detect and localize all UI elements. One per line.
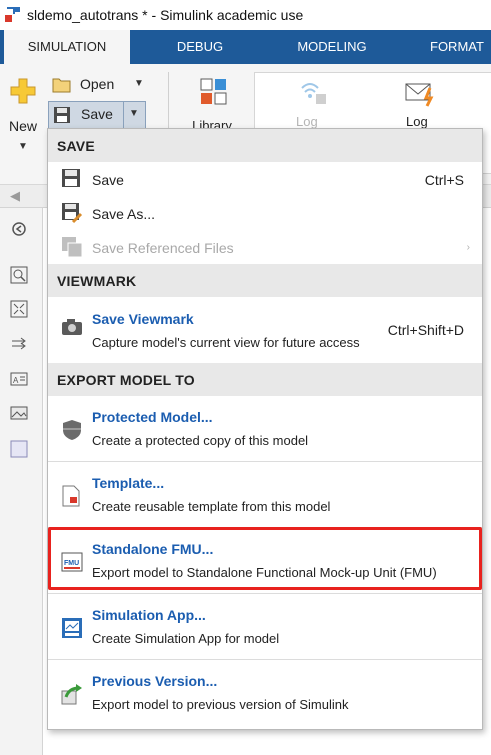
section-header-viewmark: VIEWMARK [48,264,482,297]
library-icon [200,78,228,111]
section-title: VIEWMARK [57,273,137,289]
menu-item-label: Save [92,172,124,188]
save-button[interactable]: Save ▼ [48,101,146,129]
section-header-save: SAVE [48,129,482,162]
menu-item-previous-version[interactable]: Previous Version... Export model to prev… [48,663,482,725]
tab-modeling[interactable]: MODELING [288,30,376,64]
left-palette: A [0,208,43,755]
shortcut: Ctrl+Shift+D [387,322,464,338]
split-divider [123,102,124,128]
tab-format[interactable]: FORMAT [430,30,491,64]
annotation-icon[interactable]: A [10,370,30,388]
menu-item-save[interactable]: Save Ctrl+S [48,165,482,197]
arrow-left-icon[interactable]: ◀ [10,188,20,204]
menu-item-description: Create Simulation App for model [92,631,280,646]
menu-item-description: Export model to previous version of Simu… [92,697,349,712]
tab-simulation[interactable]: SIMULATION [4,30,130,64]
simulink-model-icon [4,6,22,24]
menu-item-title: Save Viewmark [92,311,194,327]
tab-debug[interactable]: DEBUG [165,30,235,64]
open-label: Open [80,76,115,92]
menu-item-title: Simulation App... [92,607,206,623]
export-arrow-icon [61,683,83,705]
save-referenced-files-icon [61,236,83,258]
signal-arrows-icon[interactable] [10,335,30,353]
signal-log-icon [296,78,330,113]
menu-divider [48,461,482,462]
folder-icon [52,76,72,99]
log-signals-button[interactable]: Log [288,76,338,136]
menu-item-protected-model[interactable]: Protected Model... Create a protected co… [48,399,482,461]
save-label: Save [81,106,113,122]
section-title: SAVE [57,138,95,154]
log-label: Log [406,114,428,129]
log-label: Log [296,114,318,129]
title-bar: sldemo_autotrans * - Simulink academic u… [0,0,491,30]
menu-item-label: Save Referenced Files [92,240,234,256]
menu-item-title: Previous Version... [92,673,218,689]
fit-to-view-icon[interactable] [10,300,30,318]
log-events-button[interactable]: Log [400,76,450,136]
chevron-down-icon[interactable]: ▼ [129,108,139,119]
image-icon[interactable] [10,404,30,422]
area-icon[interactable] [10,440,30,458]
simulation-app-icon [61,617,83,639]
chevron-down-icon[interactable]: ▼ [18,141,28,152]
save-as-icon [61,202,83,224]
menu-item-save-as[interactable]: Save As... [48,199,482,231]
menu-item-title: Protected Model... [92,409,213,425]
envelope-lightning-icon [404,78,438,113]
menu-item-save-referenced-files: Save Referenced Files › [48,233,482,265]
window-title: sldemo_autotrans * - Simulink academic u… [27,7,304,23]
section-header-export-model-to: EXPORT MODEL TO [48,363,482,396]
menu-item-title: Template... [92,475,165,491]
floppy-disk-icon [53,106,71,129]
shield-icon [61,419,83,441]
camera-icon [61,317,83,339]
menu-item-template[interactable]: Template... Create reusable template fro… [48,465,482,527]
open-button[interactable]: Open ▼ [50,74,150,98]
menu-item-description: Create reusable template from this model [92,499,331,514]
svg-text:A: A [13,376,19,385]
shortcut: Ctrl+S [424,172,464,188]
section-title: EXPORT MODEL TO [57,372,195,388]
menu-divider [48,593,482,594]
zoom-in-icon[interactable] [10,266,30,284]
menu-item-simulation-app[interactable]: Simulation App... Create Simulation App … [48,597,482,659]
floppy-disk-icon [61,168,83,190]
new-button[interactable]: New ▼ [0,64,46,164]
plus-icon [10,78,36,109]
menu-item-save-viewmark[interactable]: Save Viewmark Capture model's current vi… [48,299,482,357]
submenu-arrow-icon: › [466,242,470,253]
highlight-box [48,527,482,590]
save-dropdown-menu: SAVE Save Ctrl+S Save As... Save Referen… [47,128,483,730]
new-label: New [9,118,38,134]
template-icon [61,485,83,507]
menu-item-label: Save As... [92,206,156,222]
menu-item-description: Create a protected copy of this model [92,433,309,448]
chevron-down-icon[interactable]: ▼ [134,78,144,89]
hide-explorer-icon[interactable] [10,220,30,238]
menu-divider [48,659,482,660]
menu-item-description: Capture model's current view for future … [92,335,360,350]
toolstrip-tabs: SIMULATION DEBUG MODELING FORMAT [0,30,491,64]
